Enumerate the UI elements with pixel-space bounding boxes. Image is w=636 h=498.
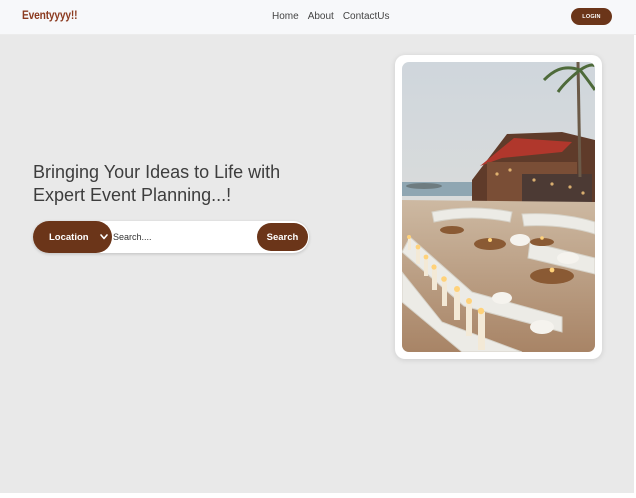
nav-link-home[interactable]: Home xyxy=(272,11,299,22)
location-select[interactable]: Location xyxy=(33,221,112,253)
nav-link-about[interactable]: About xyxy=(308,11,334,22)
search-input[interactable] xyxy=(113,227,253,247)
nav-link-contactus[interactable]: ContactUs xyxy=(343,11,390,22)
login-button[interactable]: LOGIN xyxy=(571,8,612,25)
search-button[interactable]: Search xyxy=(257,223,308,251)
hero-headline: Bringing Your Ideas to Life with Expert … xyxy=(33,161,333,207)
navbar: Eventyyyy!! Home About ContactUs LOGIN xyxy=(0,0,636,35)
search-bar: Location Search xyxy=(33,221,309,253)
brand-logo[interactable]: Eventyyyy!! xyxy=(22,8,78,22)
hero-headline-line1: Bringing Your Ideas to Life with xyxy=(33,162,281,182)
hero-headline-line2: Expert Event Planning...! xyxy=(33,185,232,205)
location-select-label: Location xyxy=(49,231,89,243)
nav-links: Home About ContactUs xyxy=(272,11,390,22)
chevron-down-icon xyxy=(99,231,109,243)
hero-section: Bringing Your Ideas to Life with Expert … xyxy=(0,35,634,493)
hero-event-image xyxy=(402,62,595,352)
hero-image-card xyxy=(395,55,602,359)
